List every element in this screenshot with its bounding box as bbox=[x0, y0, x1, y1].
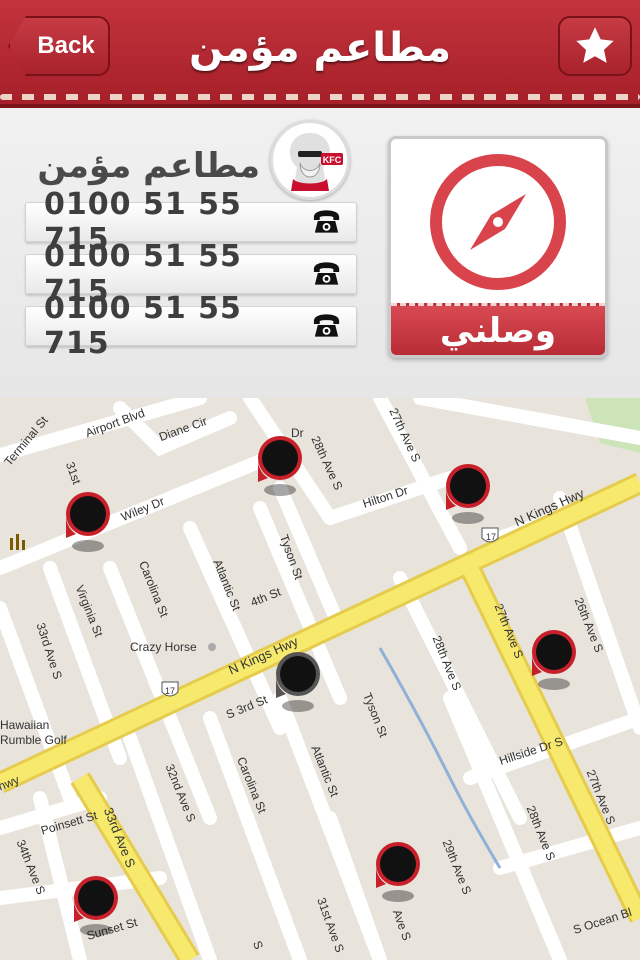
map-label-hawaiian-rumble-golf: Hawaiian Rumble Golf bbox=[0, 718, 67, 747]
telephone-icon bbox=[313, 262, 340, 285]
star-icon bbox=[576, 27, 614, 63]
map-pin-icon[interactable] bbox=[68, 872, 124, 942]
back-button-label: Back bbox=[37, 32, 95, 59]
favorite-button[interactable] bbox=[558, 16, 632, 76]
map-pin-icon[interactable] bbox=[252, 432, 308, 502]
phone-number-row-3[interactable]: 0100 51 55 715 bbox=[25, 291, 357, 361]
map-pin-icon[interactable] bbox=[526, 626, 582, 696]
map-label-crazy-horse: Crazy Horse bbox=[130, 640, 197, 654]
map-pin-icon[interactable] bbox=[370, 838, 426, 908]
header-stitching bbox=[0, 94, 640, 100]
map-pin-icon-selected[interactable] bbox=[270, 648, 326, 718]
navigate-label: وصلني bbox=[391, 303, 605, 355]
map-pin-icon[interactable] bbox=[440, 460, 496, 530]
map-label-hwy17-left: 17 bbox=[165, 686, 176, 696]
phone-number-row-1[interactable]: 0100 51 55 715 bbox=[25, 187, 357, 257]
phone-number: 0100 51 55 715 bbox=[44, 291, 242, 361]
header-bar: Back مطاعم مؤمن bbox=[0, 0, 640, 108]
back-button[interactable]: Back bbox=[8, 16, 110, 76]
restaurant-info-panel: مطاعم مؤمن KFC 0100 51 55 715 0100 51 55… bbox=[0, 108, 640, 398]
svg-text:KFC: KFC bbox=[323, 155, 342, 165]
navigate-button[interactable]: وصلني bbox=[388, 136, 608, 358]
kfc-logo-icon: KFC bbox=[274, 124, 346, 196]
phone-number-row-2[interactable]: 0100 51 55 715 bbox=[25, 239, 357, 309]
telephone-icon bbox=[313, 210, 340, 233]
map-label-hwy17-right: 17 bbox=[486, 532, 497, 542]
compass-icon bbox=[430, 154, 566, 290]
restaurant-name: مطاعم مؤمن bbox=[37, 146, 260, 186]
poi-dot-icon bbox=[208, 643, 216, 651]
telephone-icon bbox=[313, 314, 340, 337]
page-title: مطاعم مؤمن bbox=[189, 25, 451, 71]
map-view[interactable]: Terminal St Airport Blvd Diane Cir Dr 28… bbox=[0, 398, 640, 960]
map-pin-icon[interactable] bbox=[60, 488, 116, 558]
